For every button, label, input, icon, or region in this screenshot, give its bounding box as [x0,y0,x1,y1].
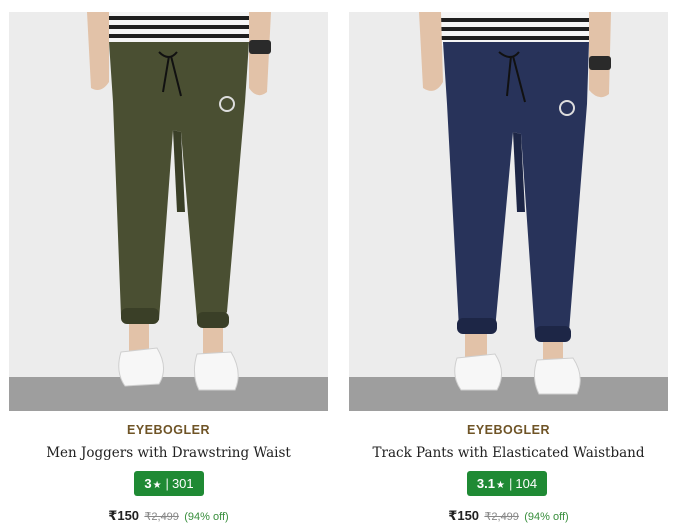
rating-score: 3 [144,476,152,491]
product-title[interactable]: Track Pants with Elasticated Waistband [349,445,668,461]
product-image[interactable] [9,12,328,411]
product-title[interactable]: Men Joggers with Drawstring Waist [9,445,328,461]
rating-separator: | [165,476,169,491]
rating-count: 301 [171,476,194,491]
shirt [109,12,249,46]
product-card[interactable]: EYEBOGLER Men Joggers with Drawstring Wa… [9,0,328,528]
price-row: ₹150 ₹2,499 (94% off) [9,508,328,524]
shirt [441,12,589,46]
rating-badge: 3.1★ | 104 [467,471,547,496]
product-brand: EYEBOGLER [467,423,550,437]
price-row: ₹150 ₹2,499 (94% off) [349,508,668,524]
product-brand: EYEBOGLER [127,423,210,437]
rating-badge: 3★ | 301 [134,471,204,496]
discount: (94% off) [184,511,229,523]
star-icon: ★ [496,480,505,491]
product-photo [349,12,668,411]
mrp: ₹2,499 [484,511,519,523]
product-card[interactable]: EYEBOGLER Track Pants with Elasticated W… [349,0,668,528]
star-icon: ★ [152,480,162,491]
rating-score: 3.1 [476,476,495,491]
rating-count: 104 [515,476,538,491]
discount: (94% off) [524,511,569,523]
product-image[interactable] [349,12,668,411]
product-photo [9,12,328,411]
price: ₹150 [448,508,480,523]
rating-separator: | [508,476,513,491]
mrp: ₹2,499 [144,511,179,523]
price: ₹150 [108,508,140,523]
